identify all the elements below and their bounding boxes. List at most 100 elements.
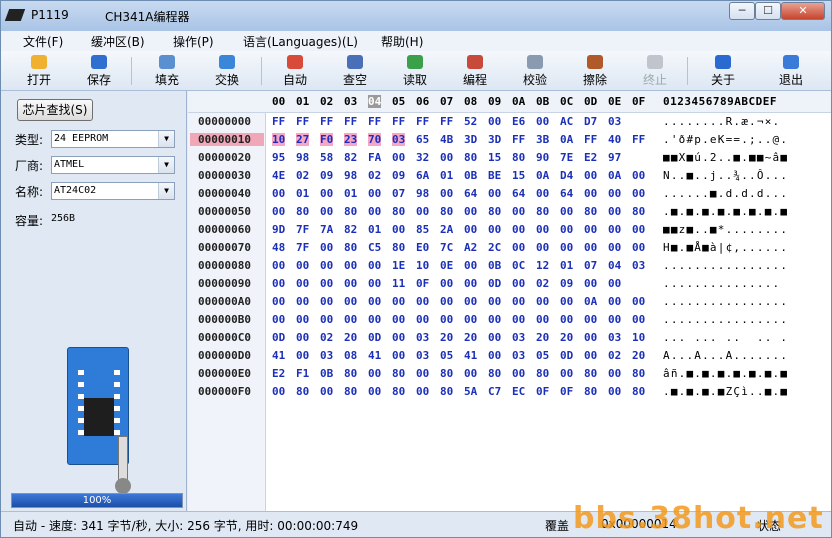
hex-byte[interactable]: 00: [272, 259, 285, 272]
exit-button[interactable]: 退出: [771, 53, 811, 89]
hex-byte[interactable]: 00: [608, 385, 621, 398]
hex-byte[interactable]: 02: [608, 349, 621, 362]
hex-byte[interactable]: 0B: [488, 259, 501, 272]
hex-byte[interactable]: 08: [344, 349, 357, 362]
hex-row[interactable]: 00000040 00 01 00 01 00 07 98 00 64 00 64 00 64 00 00 00…: [188, 185, 831, 203]
hex-byte[interactable]: 4B: [440, 133, 453, 146]
hex-byte[interactable]: 00: [464, 277, 477, 290]
hex-byte[interactable]: 00: [320, 313, 333, 326]
hex-byte[interactable]: 00: [392, 151, 405, 164]
hex-byte[interactable]: 00: [368, 205, 381, 218]
hex-byte[interactable]: 00: [608, 367, 621, 380]
hex-byte[interactable]: 00: [440, 277, 453, 290]
hex-byte[interactable]: 80: [536, 205, 549, 218]
hex-byte[interactable]: 00: [344, 313, 357, 326]
hex-byte[interactable]: 00: [296, 349, 309, 362]
hex-byte[interactable]: 80: [296, 205, 309, 218]
hex-byte[interactable]: 41: [368, 349, 381, 362]
hex-byte[interactable]: 20: [560, 331, 573, 344]
hex-byte[interactable]: 00: [416, 205, 429, 218]
hex-byte[interactable]: 00: [584, 331, 597, 344]
hex-byte[interactable]: E6: [512, 115, 525, 128]
hex-byte[interactable]: 00: [632, 223, 645, 236]
hex-byte[interactable]: 00: [296, 277, 309, 290]
hex-byte[interactable]: 03: [392, 133, 406, 146]
hex-byte[interactable]: 00: [512, 367, 525, 380]
name-select[interactable]: AT24C02 ▼: [51, 182, 175, 200]
hex-byte[interactable]: 00: [296, 313, 309, 326]
hex-byte[interactable]: 15: [512, 169, 525, 182]
hex-byte[interactable]: 00: [440, 187, 453, 200]
hex-byte[interactable]: 64: [512, 187, 525, 200]
hex-row[interactable]: 00000090 00 00 00 00 00 11 0F 00 00 0D 00 02 09 00 00..…: [188, 275, 831, 293]
hex-byte[interactable]: 80: [464, 151, 477, 164]
hex-byte[interactable]: 82: [344, 151, 357, 164]
hex-byte[interactable]: 02: [320, 331, 333, 344]
hex-byte[interactable]: 0E: [440, 259, 453, 272]
hex-byte[interactable]: 00: [608, 187, 621, 200]
hex-byte[interactable]: 00: [392, 223, 405, 236]
hex-byte[interactable]: 0D: [272, 331, 285, 344]
hex-byte[interactable]: 64: [464, 187, 477, 200]
hex-editor[interactable]: 00 01 02 03 04 05 06 07 08 09 0A 0B 0C 0D 0E 0F 01234567…: [188, 91, 831, 511]
hex-byte[interactable]: 00: [368, 187, 381, 200]
hex-byte[interactable]: 02: [296, 169, 309, 182]
hex-byte[interactable]: 00: [464, 223, 477, 236]
hex-byte[interactable]: 00: [320, 385, 333, 398]
hex-byte[interactable]: 00: [320, 187, 333, 200]
hex-byte[interactable]: 2C: [488, 241, 501, 254]
hex-row[interactable]: 00000010 10 27 F0 23 70 03 65 4B 3D 3D FF 3B 0A FF 40 FF…: [188, 131, 831, 149]
hex-byte[interactable]: 00: [440, 313, 453, 326]
hex-byte[interactable]: 80: [632, 367, 645, 380]
hex-byte[interactable]: 00: [632, 313, 645, 326]
hex-byte[interactable]: 00: [536, 115, 549, 128]
hex-byte[interactable]: 07: [392, 187, 405, 200]
close-button[interactable]: ✕: [781, 2, 825, 20]
hex-byte[interactable]: 00: [536, 295, 549, 308]
hex-byte[interactable]: 00: [536, 187, 549, 200]
hex-row[interactable]: 00000080 00 00 00 00 00 1E 10 0E 00 0B 0C 12 01 07 04 03…: [188, 257, 831, 275]
hex-byte[interactable]: 0F: [416, 277, 429, 290]
hex-byte[interactable]: 00: [488, 187, 501, 200]
hex-byte[interactable]: FF: [584, 133, 597, 146]
hex-byte[interactable]: 00: [464, 205, 477, 218]
hex-byte[interactable]: 80: [296, 385, 309, 398]
hex-byte[interactable]: 41: [272, 349, 285, 362]
hex-byte[interactable]: 00: [488, 223, 501, 236]
hex-byte[interactable]: 80: [488, 205, 501, 218]
verify-button[interactable]: 校验: [515, 53, 555, 89]
hex-byte[interactable]: 80: [392, 205, 405, 218]
hex-byte[interactable]: 01: [368, 223, 381, 236]
hex-byte[interactable]: 27: [296, 133, 310, 146]
hex-byte[interactable]: 00: [632, 187, 645, 200]
hex-byte[interactable]: FF: [416, 115, 429, 128]
hex-byte[interactable]: 00: [272, 313, 285, 326]
hex-byte[interactable]: 41: [464, 349, 477, 362]
hex-byte[interactable]: 00: [296, 295, 309, 308]
hex-byte[interactable]: 03: [512, 331, 525, 344]
minimize-button[interactable]: ─: [729, 2, 755, 20]
hex-byte[interactable]: 02: [368, 169, 381, 182]
hex-byte[interactable]: 80: [440, 385, 453, 398]
hex-byte[interactable]: FF: [392, 115, 405, 128]
hex-byte[interactable]: 00: [392, 331, 405, 344]
hex-byte[interactable]: 48: [272, 241, 285, 254]
hex-byte[interactable]: FF: [296, 115, 309, 128]
hex-row[interactable]: 00000050 00 80 00 80 00 80 00 80 00 80 00 80 00 80 00 80…: [188, 203, 831, 221]
hex-byte[interactable]: 00: [392, 295, 405, 308]
hex-row[interactable]: 00000030 4E 02 09 98 02 09 6A 01 0B BE 15 0A D4 00 0A 00…: [188, 167, 831, 185]
stop-button[interactable]: 终止: [635, 53, 675, 89]
hex-byte[interactable]: 2A: [440, 223, 453, 236]
hex-byte[interactable]: 80: [488, 367, 501, 380]
hex-byte[interactable]: 00: [512, 205, 525, 218]
hex-byte[interactable]: FF: [272, 115, 285, 128]
hex-byte[interactable]: 00: [560, 367, 573, 380]
hex-byte[interactable]: 80: [584, 205, 597, 218]
hex-row[interactable]: 000000D0 41 00 03 08 41 00 03 05 41 00 03 05 0D 00 02 20…: [188, 347, 831, 365]
hex-byte[interactable]: D4: [560, 169, 573, 182]
hex-row[interactable]: 000000C0 0D 00 02 20 0D 00 03 20 20 00 03 20 20 00 03 10…: [188, 329, 831, 347]
hex-row[interactable]: 00000020 95 98 58 82 FA 00 32 00 80 15 80 90 7E E2 97 ■■…: [188, 149, 831, 167]
hex-byte[interactable]: 00: [560, 313, 573, 326]
hex-byte[interactable]: 00: [272, 295, 285, 308]
hex-byte[interactable]: 00: [608, 223, 621, 236]
